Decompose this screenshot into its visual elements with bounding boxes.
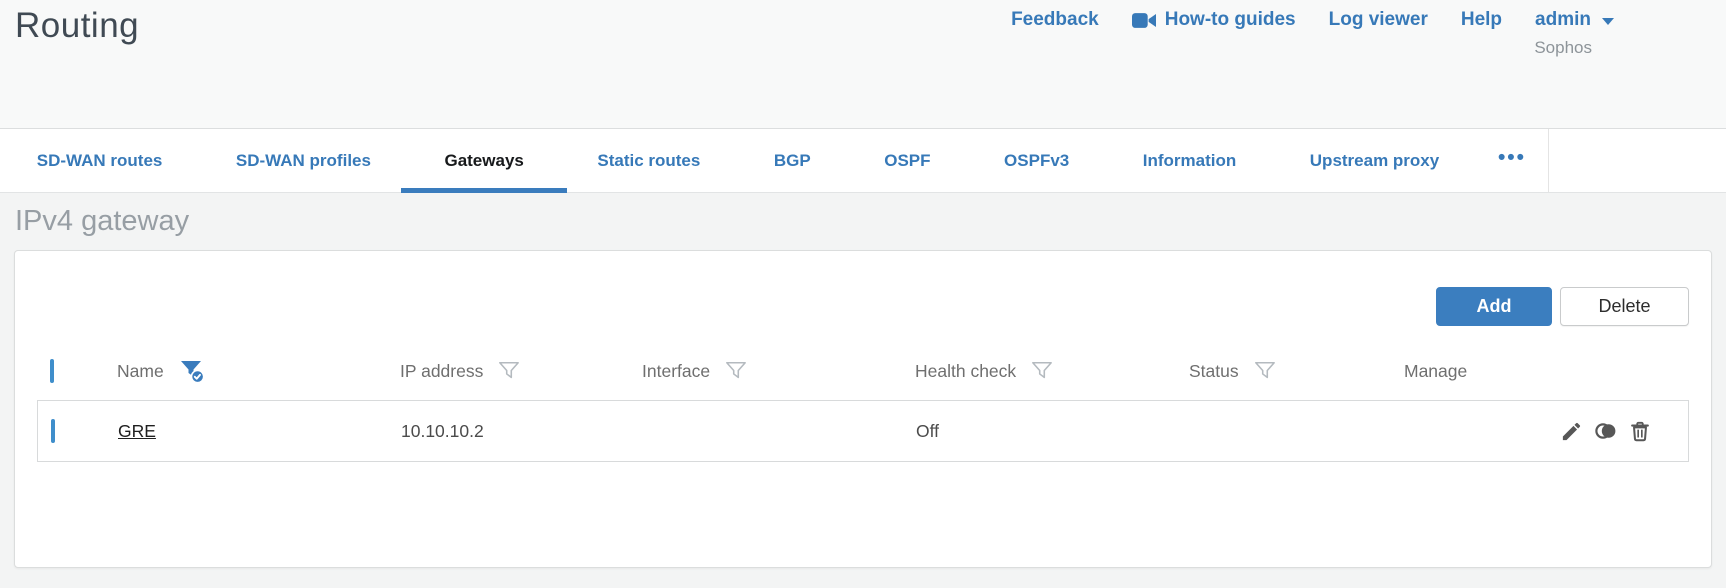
clone-icon[interactable] <box>1594 419 1618 443</box>
manage-cell <box>1405 419 1688 443</box>
select-all-checkbox[interactable] <box>50 358 54 383</box>
user-menu[interactable]: admin <box>1535 9 1614 31</box>
page-title: Routing <box>15 6 140 45</box>
help-link[interactable]: Help <box>1461 9 1502 31</box>
video-camera-icon <box>1131 12 1156 29</box>
more-tabs-button[interactable]: ••• <box>1476 129 1548 192</box>
tab-list: SD-WAN routes SD-WAN profiles Gateways S… <box>0 129 1549 192</box>
tab-static-routes[interactable]: Static routes <box>561 129 738 192</box>
tab-upstream-proxy[interactable]: Upstream proxy <box>1273 129 1476 192</box>
column-header-interface: Interface <box>642 360 711 381</box>
column-header-manage: Manage <box>1404 360 1468 381</box>
table-row: GRE 10.10.10.2 Off <box>37 400 1689 462</box>
delete-button[interactable]: Delete <box>1560 287 1689 326</box>
gateway-name-link[interactable]: GRE <box>118 421 156 441</box>
add-button[interactable]: Add <box>1436 287 1552 326</box>
column-header-status: Status <box>1189 360 1239 381</box>
ip-address-cell: 10.10.10.2 <box>401 420 484 441</box>
filter-icon[interactable] <box>725 360 747 382</box>
howto-guides-link[interactable]: How-to guides <box>1131 9 1296 31</box>
feedback-link[interactable]: Feedback <box>1011 9 1099 31</box>
filter-active-icon[interactable] <box>179 358 205 384</box>
tab-bgp[interactable]: BGP <box>737 129 847 192</box>
column-header-health-check: Health check <box>915 360 1017 381</box>
section-heading: IPv4 gateway <box>15 205 190 237</box>
delete-icon[interactable] <box>1629 420 1651 443</box>
health-check-cell: Off <box>916 420 940 441</box>
tab-information[interactable]: Information <box>1106 129 1273 192</box>
filter-icon[interactable] <box>1031 360 1053 382</box>
top-header-band: Routing Feedback How-to guides Log viewe… <box>0 0 1726 128</box>
tab-ospf[interactable]: OSPF <box>847 129 967 192</box>
tab-gateways[interactable]: Gateways <box>408 129 561 192</box>
filter-icon[interactable] <box>498 360 520 382</box>
gateway-panel: Add Delete Name IP address Interface Hea… <box>14 250 1712 568</box>
chevron-down-icon <box>1602 17 1614 25</box>
tab-sd-wan-profiles[interactable]: SD-WAN profiles <box>199 129 408 192</box>
user-menu-label: admin <box>1535 9 1591 30</box>
log-viewer-link[interactable]: Log viewer <box>1329 9 1428 31</box>
column-header-ip-address: IP address <box>400 360 484 381</box>
column-header-name: Name <box>117 360 164 381</box>
tab-sd-wan-routes[interactable]: SD-WAN routes <box>0 129 199 192</box>
tab-ospfv3[interactable]: OSPFv3 <box>967 129 1106 192</box>
tab-bar: SD-WAN routes SD-WAN profiles Gateways S… <box>0 128 1726 193</box>
row-checkbox[interactable] <box>51 418 55 443</box>
toolbar: Add Delete <box>37 287 1689 326</box>
filter-icon[interactable] <box>1254 360 1276 382</box>
edit-icon[interactable] <box>1560 420 1583 443</box>
table-header-row: Name IP address Interface Health check S… <box>37 342 1689 400</box>
brand-label: Sophos <box>1534 38 1592 57</box>
header-links: Feedback How-to guides Log viewer Help a… <box>1011 9 1614 31</box>
